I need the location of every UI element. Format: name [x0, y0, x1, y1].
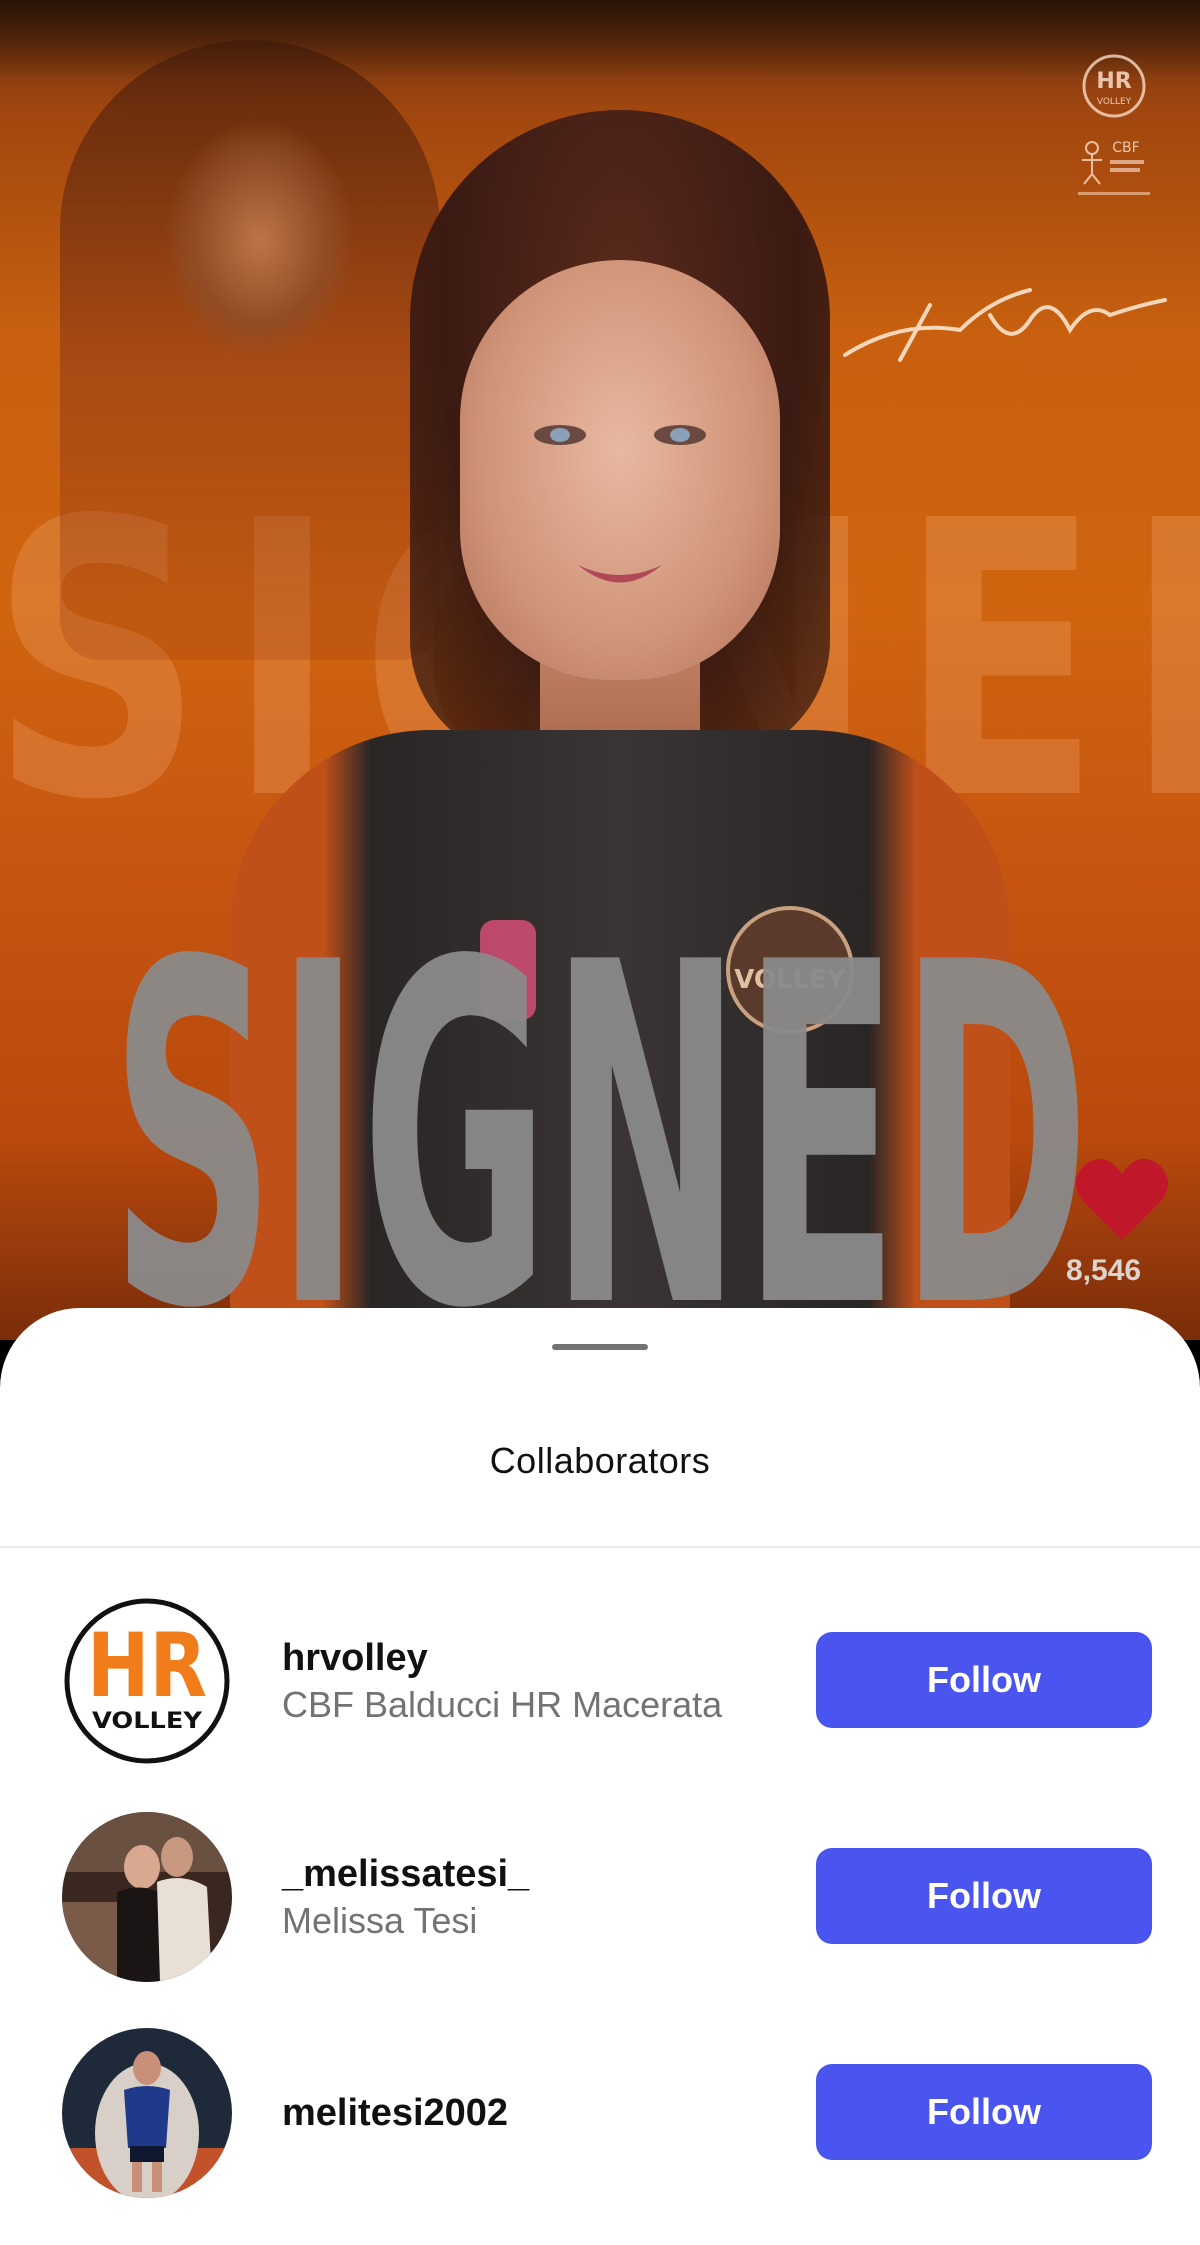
svg-text:HR: HR: [87, 1614, 207, 1717]
follow-button[interactable]: Follow: [816, 2064, 1152, 2160]
follow-button[interactable]: Follow: [816, 1848, 1152, 1944]
sponsor-logos: HR VOLLEY CBF: [1078, 54, 1150, 195]
heart-icon[interactable]: [1074, 1154, 1170, 1244]
sheet-title: Collaborators: [489, 1440, 711, 1481]
collaborator-row[interactable]: melitesi2002 Follow: [0, 2028, 1200, 2208]
divider: [0, 1546, 1200, 1548]
user-photo-icon: [62, 2028, 232, 2198]
collaborator-row[interactable]: HR VOLLEY hrvolley CBF Balducci HR Macer…: [0, 1596, 1200, 1776]
post-image[interactable]: SIGNED VOLLEY HR VOL: [0, 0, 1200, 1340]
collaborator-full-name: Melissa Tesi: [282, 1900, 478, 1941]
svg-text:VOLLEY: VOLLEY: [92, 1709, 203, 1734]
follow-button[interactable]: Follow: [816, 1632, 1152, 1728]
collaborator-row[interactable]: _melissatesi_ Melissa Tesi Follow: [0, 1812, 1200, 1992]
collaborator-username[interactable]: hrvolley: [282, 1634, 802, 1682]
collaborator-full-name: CBF Balducci HR Macerata: [282, 1684, 723, 1725]
collaborator-username[interactable]: _melissatesi_: [282, 1850, 802, 1898]
signature-graphic: [843, 288, 1167, 362]
sheet-drag-handle[interactable]: [552, 1344, 648, 1350]
signed-overlay-text: SIGNED: [110, 880, 1090, 1320]
avatar[interactable]: [62, 1812, 232, 1982]
svg-text:CBF: CBF: [1112, 140, 1139, 156]
collaborators-sheet: Collaborators HR VOLLEY hrvolley CBF Bal…: [0, 1308, 1200, 2245]
svg-text:SIGNED: SIGNED: [110, 880, 1090, 1320]
svg-text:HR: HR: [1096, 69, 1131, 94]
like-count: 8,546: [1066, 1254, 1142, 1287]
user-photo-icon: [62, 1812, 232, 1982]
avatar[interactable]: HR VOLLEY: [62, 1596, 232, 1766]
like-counter: 8,546: [1060, 1154, 1200, 1294]
cbf-balducci-logo-icon: CBF: [1078, 140, 1150, 195]
svg-text:VOLLEY: VOLLEY: [1097, 97, 1132, 107]
player-face: [460, 260, 780, 680]
hr-volley-logo-icon: HR VOLLEY: [63, 1597, 231, 1765]
hr-volley-logo-icon: HR VOLLEY: [1082, 54, 1146, 118]
avatar[interactable]: [62, 2028, 232, 2198]
collaborator-username[interactable]: melitesi2002: [282, 2089, 802, 2137]
